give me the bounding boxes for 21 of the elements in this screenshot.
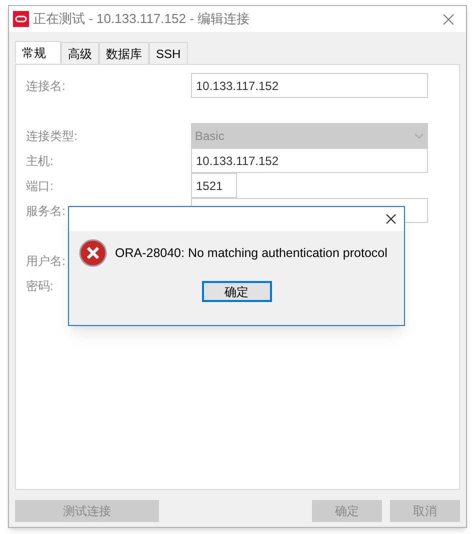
input-field[interactable]: 10.133.117.152 (191, 73, 428, 98)
tab[interactable]: SSH (149, 42, 188, 64)
tab[interactable]: 高级 (61, 42, 99, 64)
field-label: 密码: (26, 278, 54, 292)
field-label: 服务名: (26, 204, 66, 218)
field-label: 连接名: (26, 78, 66, 92)
tab[interactable]: 常规 (15, 41, 61, 63)
field-label: 端口: (26, 178, 54, 192)
tab[interactable]: 数据库 (99, 42, 149, 64)
input-field[interactable]: 10.133.117.152 (191, 148, 428, 173)
ok-button[interactable]: 确定 (202, 281, 272, 302)
field-label: 用户名: (26, 254, 66, 268)
error-message: ORA-28040: No matching authentication protocol (115, 244, 388, 262)
input-field[interactable]: 1521 (191, 173, 237, 198)
error-icon (79, 239, 107, 267)
chevron-down-icon (414, 132, 424, 138)
app-logo-icon (13, 11, 29, 27)
window-title: 正在测试 - 10.133.117.152 - 编辑连接 (33, 10, 251, 28)
field-label: 主机: (26, 154, 54, 168)
close-icon[interactable] (386, 214, 396, 224)
field-label: 连接类型: (26, 128, 78, 142)
